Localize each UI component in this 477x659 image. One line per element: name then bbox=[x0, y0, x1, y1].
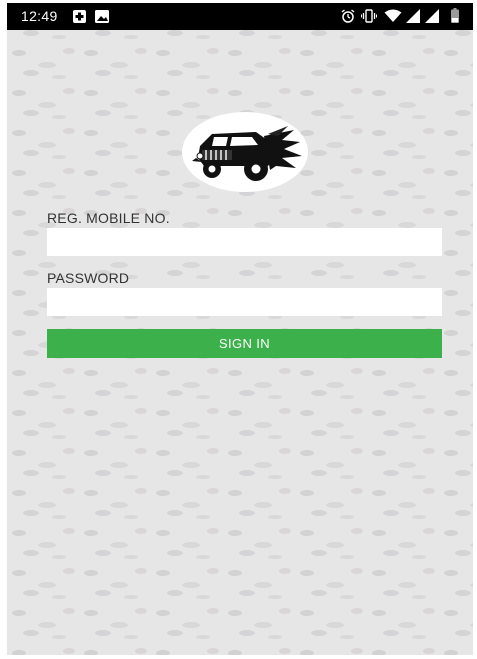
app-screen: 12:49 REG. MOBILE NO. PASSWORD SIGN IN bbox=[7, 3, 473, 655]
mobile-number-label: REG. MOBILE NO. bbox=[47, 210, 170, 226]
wifi-icon bbox=[384, 9, 402, 23]
status-time: 12:49 bbox=[21, 8, 58, 24]
password-label: PASSWORD bbox=[47, 270, 130, 286]
jeep-logo-icon bbox=[182, 112, 308, 192]
medical-notification-icon bbox=[73, 10, 86, 23]
vibrate-icon bbox=[361, 9, 377, 23]
signal-icon-2 bbox=[425, 9, 439, 23]
mobile-number-input[interactable] bbox=[47, 228, 442, 256]
alarm-icon bbox=[341, 9, 355, 23]
image-notification-icon bbox=[95, 10, 109, 23]
password-input[interactable] bbox=[47, 288, 442, 316]
signal-icon bbox=[406, 9, 420, 23]
battery-icon bbox=[451, 8, 459, 23]
sign-in-button[interactable]: SIGN IN bbox=[47, 329, 442, 358]
status-bar: 12:49 bbox=[7, 3, 473, 30]
app-logo bbox=[182, 112, 308, 192]
